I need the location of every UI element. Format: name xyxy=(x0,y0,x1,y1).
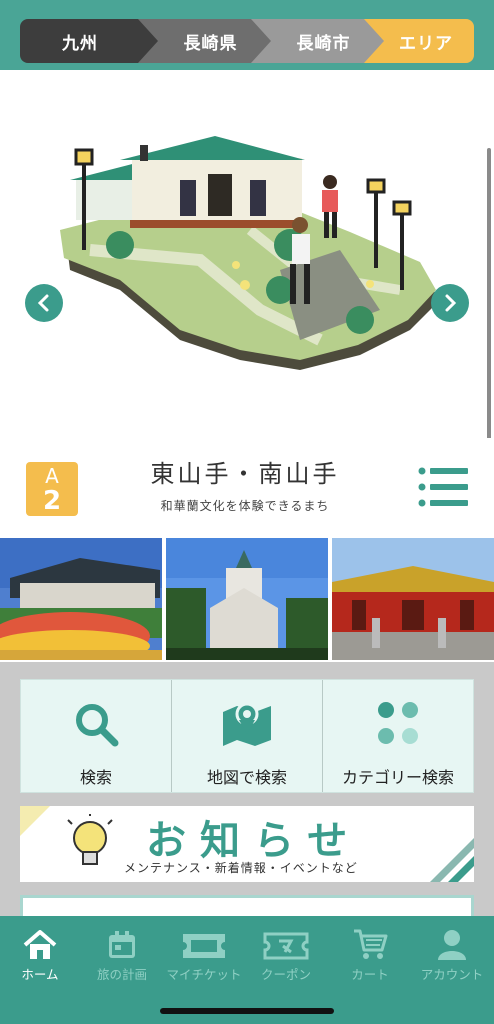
search-options: 検索 地図で検索 カテゴリー検索 xyxy=(20,679,474,793)
news-subtitle: メンテナンス・新着情報・イベントなど xyxy=(124,861,358,875)
tab-cart-label: カート xyxy=(351,967,389,982)
area-illustration xyxy=(0,70,494,438)
home-icon xyxy=(23,930,57,959)
tab-my-ticket[interactable]: マイチケット xyxy=(164,926,244,982)
area-badge-letter: A xyxy=(45,464,59,488)
account-icon xyxy=(438,930,466,960)
tab-travel-plan[interactable]: 旅の計画 xyxy=(82,926,162,982)
photo-glover-garden[interactable] xyxy=(0,538,162,660)
chevron-left-icon xyxy=(37,294,49,312)
area-badge: A 2 xyxy=(26,462,78,516)
tab-coupon-label: クーポン xyxy=(260,967,311,982)
prev-slide-button[interactable] xyxy=(25,284,63,322)
area-map-illustration xyxy=(60,136,440,370)
category-icon xyxy=(378,702,418,744)
tab-home[interactable]: ホーム xyxy=(0,926,80,982)
calendar-icon xyxy=(109,931,135,958)
list-menu-icon xyxy=(418,467,468,507)
tab-account-label: アカウント xyxy=(420,967,484,982)
tab-home-label: ホーム xyxy=(21,967,59,982)
photo-confucius-shrine[interactable] xyxy=(332,538,494,660)
cart-icon xyxy=(354,929,388,959)
area-badge-number: 2 xyxy=(42,486,62,516)
chevron-right-icon xyxy=(445,294,457,312)
breadcrumb-nagasaki-prefecture[interactable]: 長崎県 xyxy=(138,19,273,63)
header-bar: 九州 長崎県 長崎市 エリア xyxy=(0,0,494,70)
next-slide-button[interactable] xyxy=(431,284,469,322)
tab-my-ticket-label: マイチケット xyxy=(166,967,242,982)
keyword-search-button[interactable]: 検索 xyxy=(21,680,172,792)
photo-oura-church[interactable] xyxy=(166,538,328,660)
keyword-search-label: 検索 xyxy=(79,768,112,787)
area-subtitle: 和華蘭文化を体験できるまち xyxy=(160,499,330,513)
map-search-label: 地図で検索 xyxy=(206,768,287,787)
photo-strip xyxy=(0,536,494,662)
area-title: 東山手・南山手 xyxy=(150,460,340,488)
coupon-icon xyxy=(263,932,309,960)
news-title: お知らせ xyxy=(146,818,362,864)
news-banner[interactable]: お知らせ メンテナンス・新着情報・イベントなど xyxy=(20,806,474,882)
map-icon xyxy=(223,702,271,746)
ticket-icon xyxy=(183,934,225,958)
breadcrumb-nagasaki-city[interactable]: 長崎市 xyxy=(251,19,386,63)
search-icon xyxy=(76,704,119,747)
home-indicator[interactable] xyxy=(160,1008,334,1014)
scrollbar[interactable] xyxy=(487,148,491,438)
list-menu-button[interactable] xyxy=(418,466,468,508)
breadcrumb: 九州 長崎県 長崎市 エリア xyxy=(20,19,474,63)
lightbulb-icon xyxy=(67,814,113,865)
tab-coupon[interactable]: クーポン xyxy=(246,926,326,982)
tab-cart[interactable]: カート xyxy=(330,926,410,982)
tab-travel-plan-label: 旅の計画 xyxy=(96,967,147,982)
tab-account[interactable]: アカウント xyxy=(412,926,492,982)
category-search-button[interactable]: カテゴリー検索 xyxy=(323,680,473,792)
category-search-label: カテゴリー検索 xyxy=(341,768,454,787)
breadcrumb-kyushu[interactable]: 九州 xyxy=(20,19,160,63)
map-search-button[interactable]: 地図で検索 xyxy=(172,680,323,792)
